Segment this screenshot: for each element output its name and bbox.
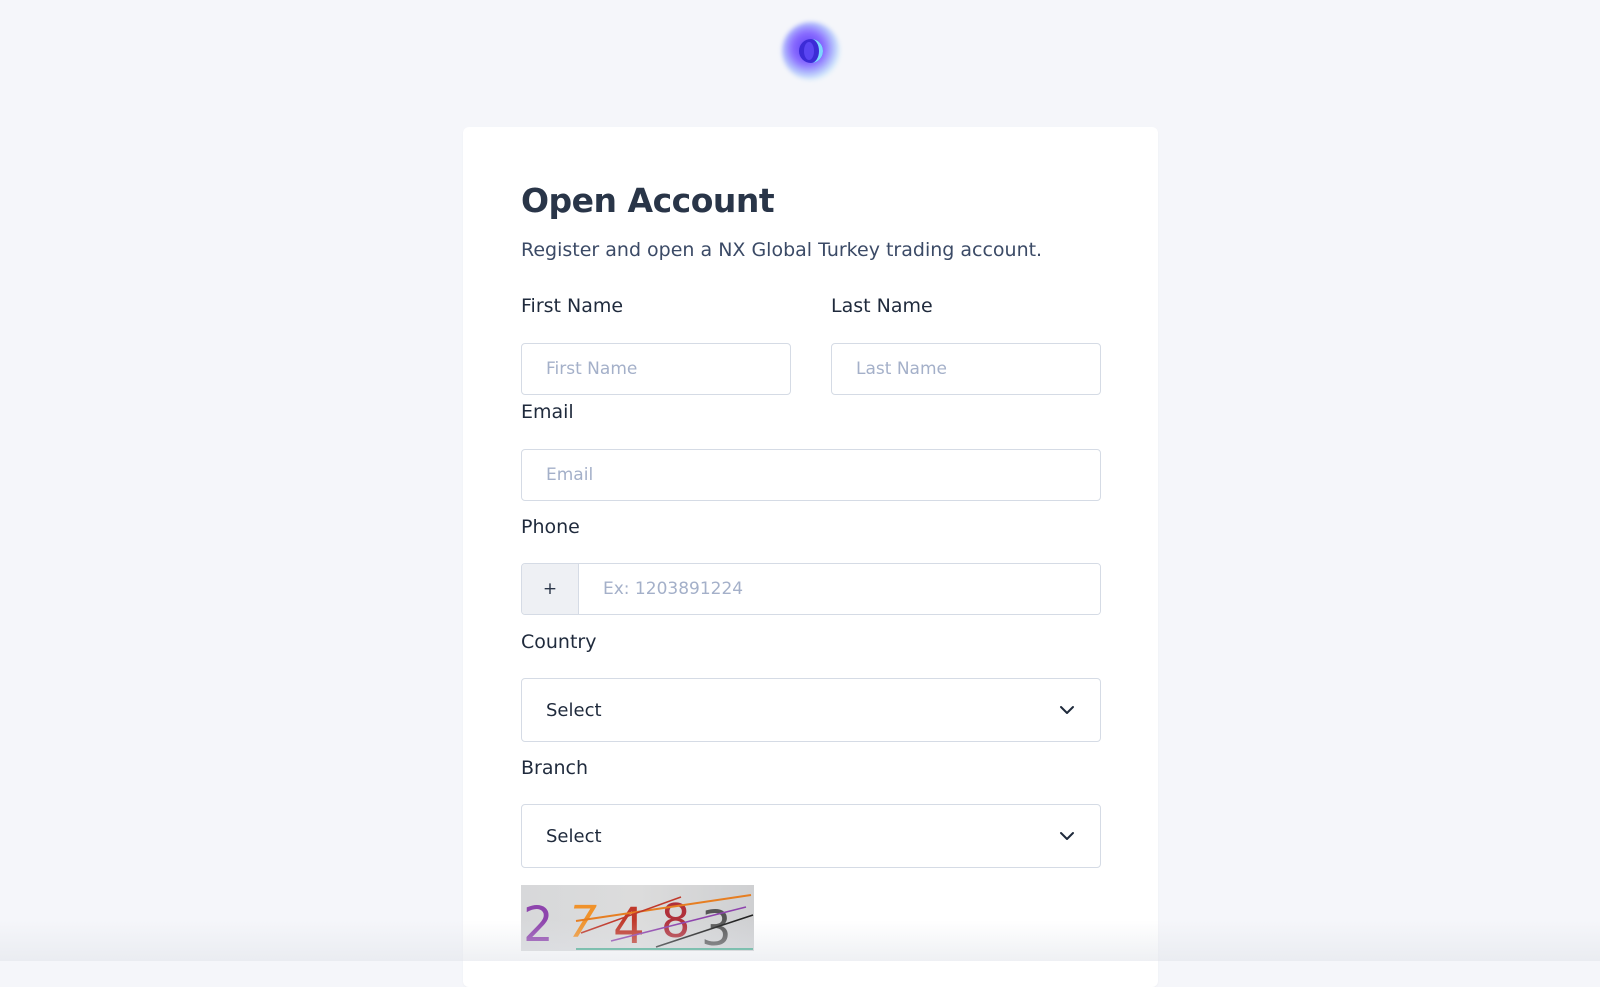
first-name-input[interactable] bbox=[521, 343, 791, 395]
brand-logo-icon bbox=[799, 39, 823, 63]
branch-select[interactable]: Select bbox=[521, 804, 1101, 868]
chevron-down-icon bbox=[1060, 832, 1074, 840]
phone-label: Phone bbox=[521, 516, 580, 538]
captcha-image: 2 7 4 8 3 bbox=[521, 885, 754, 957]
branch-select-value: Select bbox=[546, 825, 602, 847]
captcha-svg: 2 7 4 8 3 bbox=[523, 894, 754, 957]
last-name-input[interactable] bbox=[831, 343, 1101, 395]
phone-input[interactable] bbox=[579, 564, 1100, 614]
open-account-card: Open Account Register and open a NX Glob… bbox=[463, 127, 1158, 987]
brand-logo[interactable] bbox=[776, 16, 846, 86]
phone-field: + bbox=[521, 563, 1101, 615]
chevron-down-icon bbox=[1060, 706, 1074, 714]
email-input[interactable] bbox=[521, 449, 1101, 501]
phone-prefix[interactable]: + bbox=[522, 564, 579, 614]
branch-label: Branch bbox=[521, 757, 589, 779]
captcha-digit-5: 3 bbox=[701, 901, 732, 951]
captcha-digit-2: 7 bbox=[569, 897, 597, 948]
page-subtitle: Register and open a NX Global Turkey tra… bbox=[521, 239, 1043, 261]
last-name-label: Last Name bbox=[831, 295, 933, 317]
captcha-digit-1: 2 bbox=[523, 897, 554, 951]
captcha-digit-3: 4 bbox=[613, 897, 645, 951]
country-select[interactable]: Select bbox=[521, 678, 1101, 742]
country-label: Country bbox=[521, 631, 597, 653]
first-name-label: First Name bbox=[521, 295, 624, 317]
country-select-value: Select bbox=[546, 699, 602, 721]
page-title: Open Account bbox=[521, 181, 775, 220]
email-label: Email bbox=[521, 401, 574, 423]
